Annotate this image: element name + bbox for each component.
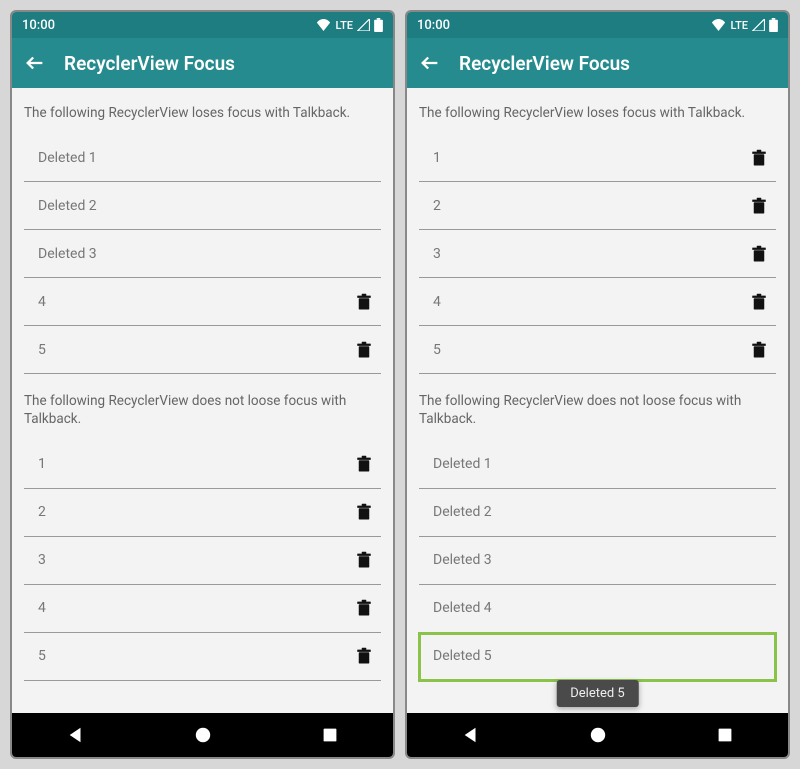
trash-icon[interactable] [355,645,373,667]
list-item-label: Deleted 3 [433,552,492,568]
list-item-label: 5 [38,648,46,664]
wifi-icon [711,19,726,31]
list-item[interactable]: Deleted 3 [419,537,776,585]
list-item[interactable]: 3 [24,537,381,585]
list-item[interactable]: Deleted 1 [419,441,776,489]
trash-icon[interactable] [750,339,768,361]
list-item-label: 1 [38,456,46,472]
list-keeps: 1 2 3 4 5 [24,441,381,681]
desc-keeps: The following RecyclerView does not loos… [24,392,381,428]
list-item-label: 5 [433,342,441,358]
list-item[interactable]: 1 [24,441,381,489]
wifi-icon [316,19,331,31]
nav-back-icon[interactable] [462,726,480,744]
nav-recents-icon[interactable] [717,727,733,743]
desc-keeps: The following RecyclerView does not loos… [419,392,776,428]
status-time: 10:00 [22,18,55,33]
list-item-label: Deleted 2 [433,504,492,520]
list-item[interactable]: 4 [24,585,381,633]
trash-icon[interactable] [355,339,373,361]
app-title: RecyclerView Focus [64,52,235,75]
list-loses: 1 2 3 4 5 [419,134,776,374]
list-item-label: 3 [38,552,46,568]
list-item-label: Deleted 2 [38,198,97,214]
list-item[interactable]: 5 [24,326,381,374]
talkback-toast: Deleted 5 [556,680,639,707]
list-item-label: Deleted 3 [38,246,97,262]
trash-icon[interactable] [355,291,373,313]
status-time: 10:00 [417,18,450,33]
list-item-label: Deleted 1 [433,456,492,472]
trash-icon[interactable] [355,597,373,619]
desc-loses: The following RecyclerView loses focus w… [24,104,381,122]
nav-home-icon[interactable] [589,726,607,744]
list-item[interactable]: Deleted 2 [419,489,776,537]
list-item[interactable]: 4 [419,278,776,326]
list-item[interactable]: 2 [419,182,776,230]
trash-icon[interactable] [355,453,373,475]
back-icon[interactable] [24,52,46,74]
nav-recents-icon[interactable] [322,727,338,743]
app-bar: RecyclerView Focus [12,38,393,88]
app-bar: RecyclerView Focus [407,38,788,88]
list-keeps: Deleted 1 Deleted 2 Deleted 3 Deleted 4 Dele… [419,441,776,681]
list-item[interactable]: Deleted 1 [24,134,381,182]
signal-icon [752,19,765,31]
status-icons: LTE [316,18,383,32]
list-loses: Deleted 1 Deleted 2 Deleted 3 4 5 [24,134,381,374]
status-icons: LTE [711,18,778,32]
battery-icon [374,18,383,32]
status-network: LTE [335,19,353,32]
list-item[interactable]: 2 [24,489,381,537]
trash-icon[interactable] [355,549,373,571]
list-item[interactable]: Deleted 2 [24,182,381,230]
nav-bar [407,713,788,757]
list-item[interactable]: Deleted 3 [24,230,381,278]
list-item-label: 4 [38,600,46,616]
desc-loses: The following RecyclerView loses focus w… [419,104,776,122]
list-item-label: 4 [433,294,441,310]
trash-icon[interactable] [750,147,768,169]
list-item-label: Deleted 1 [38,150,97,166]
list-item-label: 2 [433,198,441,214]
list-item[interactable]: 3 [419,230,776,278]
trash-icon[interactable] [750,243,768,265]
list-item[interactable]: 5 [24,633,381,681]
list-item[interactable]: Deleted 4 [419,585,776,633]
app-title: RecyclerView Focus [459,52,630,75]
phone-left: 10:00 LTE RecyclerView Focus The followi… [10,10,395,759]
list-item[interactable]: 1 [419,134,776,182]
list-item-label: 1 [433,150,441,166]
list-item[interactable]: 4 [24,278,381,326]
trash-icon[interactable] [355,501,373,523]
list-item-label: 4 [38,294,46,310]
content: The following RecyclerView loses focus w… [12,88,393,713]
list-item-label: 2 [38,504,46,520]
back-icon[interactable] [419,52,441,74]
list-item-label: Deleted 4 [433,600,492,616]
trash-icon[interactable] [750,291,768,313]
nav-home-icon[interactable] [194,726,212,744]
list-item[interactable]: Deleted 5 [419,633,776,681]
trash-icon[interactable] [750,195,768,217]
signal-icon [357,19,370,31]
nav-back-icon[interactable] [67,726,85,744]
content: The following RecyclerView loses focus w… [407,88,788,713]
status-bar: 10:00 LTE [12,12,393,38]
list-item[interactable]: 5 [419,326,776,374]
list-item-label: Deleted 5 [433,648,492,664]
status-bar: 10:00 LTE [407,12,788,38]
phone-right: 10:00 LTE RecyclerView Focus The followi… [405,10,790,759]
list-item-label: 5 [38,342,46,358]
battery-icon [769,18,778,32]
status-network: LTE [730,19,748,32]
list-item-label: 3 [433,246,441,262]
nav-bar [12,713,393,757]
